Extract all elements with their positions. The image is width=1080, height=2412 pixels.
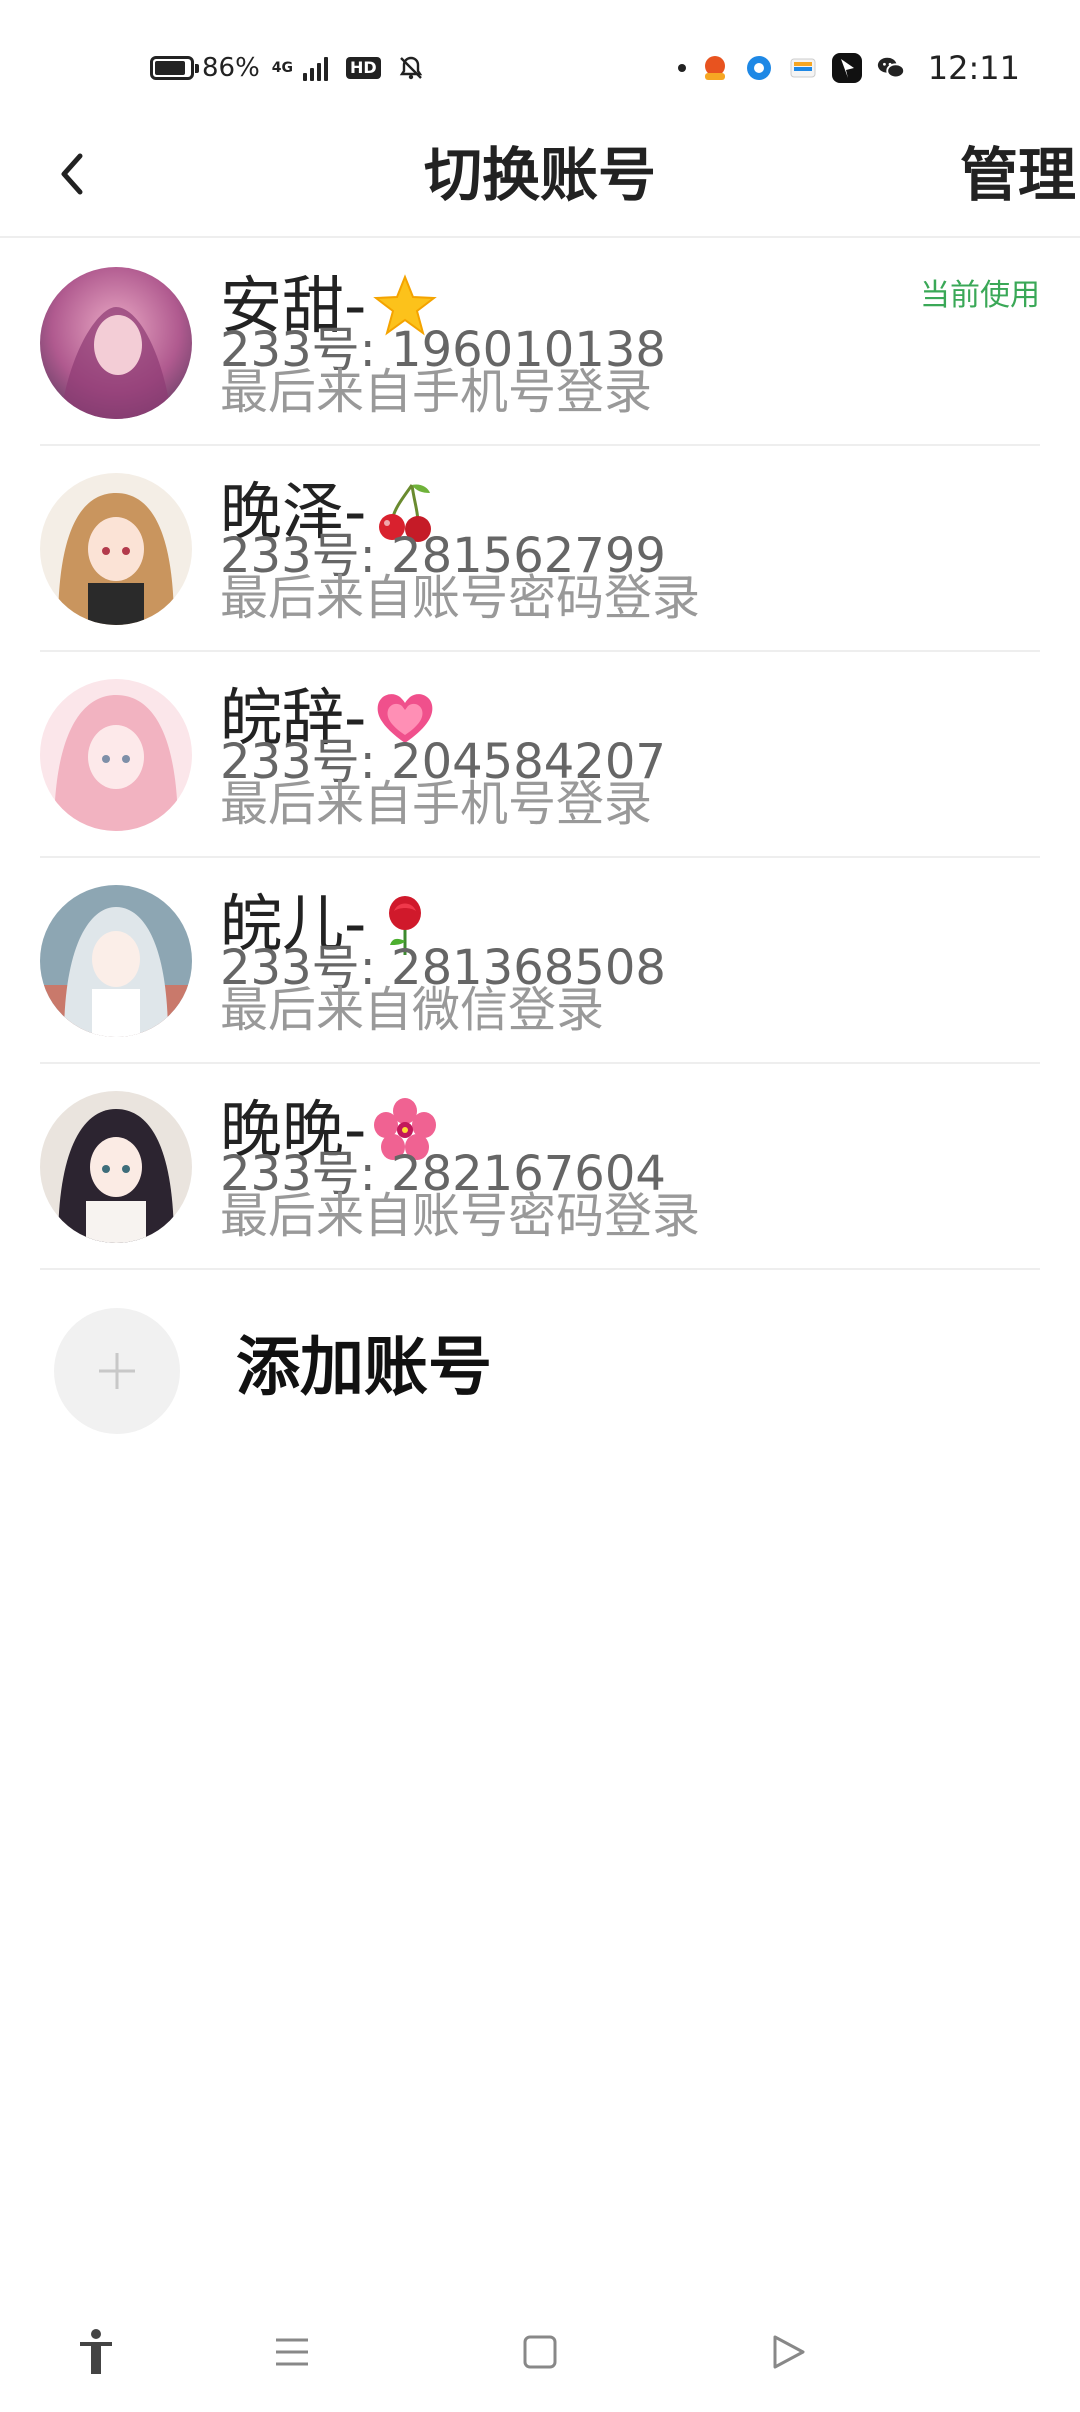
browser-app-icon bbox=[744, 53, 774, 83]
account-item[interactable]: 晚晚- 233号: 282167604 最后来自账号密码登录 bbox=[40, 1064, 1040, 1270]
account-item[interactable]: 晚泽- 233号: 281562799 最后来自账号密码登录 bbox=[40, 446, 1040, 652]
weather-app-icon bbox=[700, 53, 730, 83]
clock: 12:11 bbox=[927, 49, 1020, 87]
manage-button[interactable]: 管理 bbox=[960, 140, 1076, 210]
account-info: 晚泽- 233号: 281562799 最后来自账号密码登录 bbox=[220, 472, 920, 622]
header-bar: 切换账号 管理 bbox=[0, 120, 1080, 238]
accessibility-icon bbox=[80, 2329, 112, 2374]
network-type: 4G bbox=[271, 60, 294, 76]
back-triangle-icon bbox=[773, 2335, 805, 2369]
account-info: 皖辞- 233号: 204584207 最后来自手机号登录 bbox=[220, 678, 920, 828]
system-nav-bar bbox=[0, 2300, 1080, 2412]
login-method: 最后来自手机号登录 bbox=[220, 776, 653, 832]
account-item[interactable]: 皖辞- 233号: 204584207 最后来自手机号登录 bbox=[40, 652, 1040, 858]
login-method: 最后来自手机号登录 bbox=[220, 364, 653, 420]
account-item[interactable]: 安甜- 233号: 196010138 最后来自手机号登录 当前使用 bbox=[40, 240, 1040, 446]
current-badge: 当前使用 bbox=[920, 278, 1040, 313]
account-info: 晚晚- 233号: 282167604 最后来自账号密码登录 bbox=[220, 1090, 920, 1240]
account-list: 安甜- 233号: 196010138 最后来自手机号登录 当前使用 晚泽- 2… bbox=[0, 240, 1080, 1270]
wallet-app-icon bbox=[788, 53, 818, 83]
avatar bbox=[40, 1091, 192, 1243]
dot-icon bbox=[677, 64, 686, 72]
plus-icon bbox=[54, 1308, 180, 1434]
avatar bbox=[40, 885, 192, 1037]
add-account-label: 添加账号 bbox=[236, 1331, 492, 1405]
accessibility-button[interactable] bbox=[66, 2322, 126, 2382]
wechat-icon bbox=[876, 53, 906, 83]
status-bar: 86% 4G HD 12:11 bbox=[0, 0, 1080, 120]
hd-icon: HD bbox=[346, 57, 381, 79]
signal-icon bbox=[303, 55, 329, 81]
back-nav-button[interactable] bbox=[758, 2322, 818, 2382]
page-title: 切换账号 bbox=[423, 141, 656, 209]
switch-account-page: 86% 4G HD 12:11 切换账号 管理 安甜- 233号: 196010… bbox=[0, 0, 1080, 2412]
login-method: 最后来自账号密码登录 bbox=[220, 1188, 701, 1244]
account-item[interactable]: 皖儿- 233号: 281368508 最后来自微信登录 bbox=[40, 858, 1040, 1064]
avatar bbox=[40, 267, 192, 419]
avatar bbox=[40, 679, 192, 831]
menu-icon bbox=[276, 2338, 308, 2366]
battery-icon bbox=[150, 56, 199, 80]
bell-off-icon bbox=[397, 54, 425, 82]
status-left: 86% 4G HD bbox=[150, 48, 425, 88]
login-method: 最后来自微信登录 bbox=[220, 982, 605, 1038]
avatar bbox=[40, 473, 192, 625]
account-info: 皖儿- 233号: 281368508 最后来自微信登录 bbox=[220, 884, 920, 1034]
link-app-icon bbox=[831, 53, 862, 83]
login-method: 最后来自账号密码登录 bbox=[220, 570, 701, 626]
add-account-button[interactable]: 添加账号 bbox=[40, 1300, 1040, 1440]
home-button[interactable] bbox=[510, 2322, 570, 2382]
account-info: 安甜- 233号: 196010138 最后来自手机号登录 bbox=[220, 266, 920, 416]
menu-button[interactable] bbox=[262, 2322, 322, 2382]
status-right: 12:11 bbox=[677, 46, 1020, 90]
home-icon bbox=[523, 2335, 557, 2369]
battery-percent: 86% bbox=[202, 53, 260, 83]
